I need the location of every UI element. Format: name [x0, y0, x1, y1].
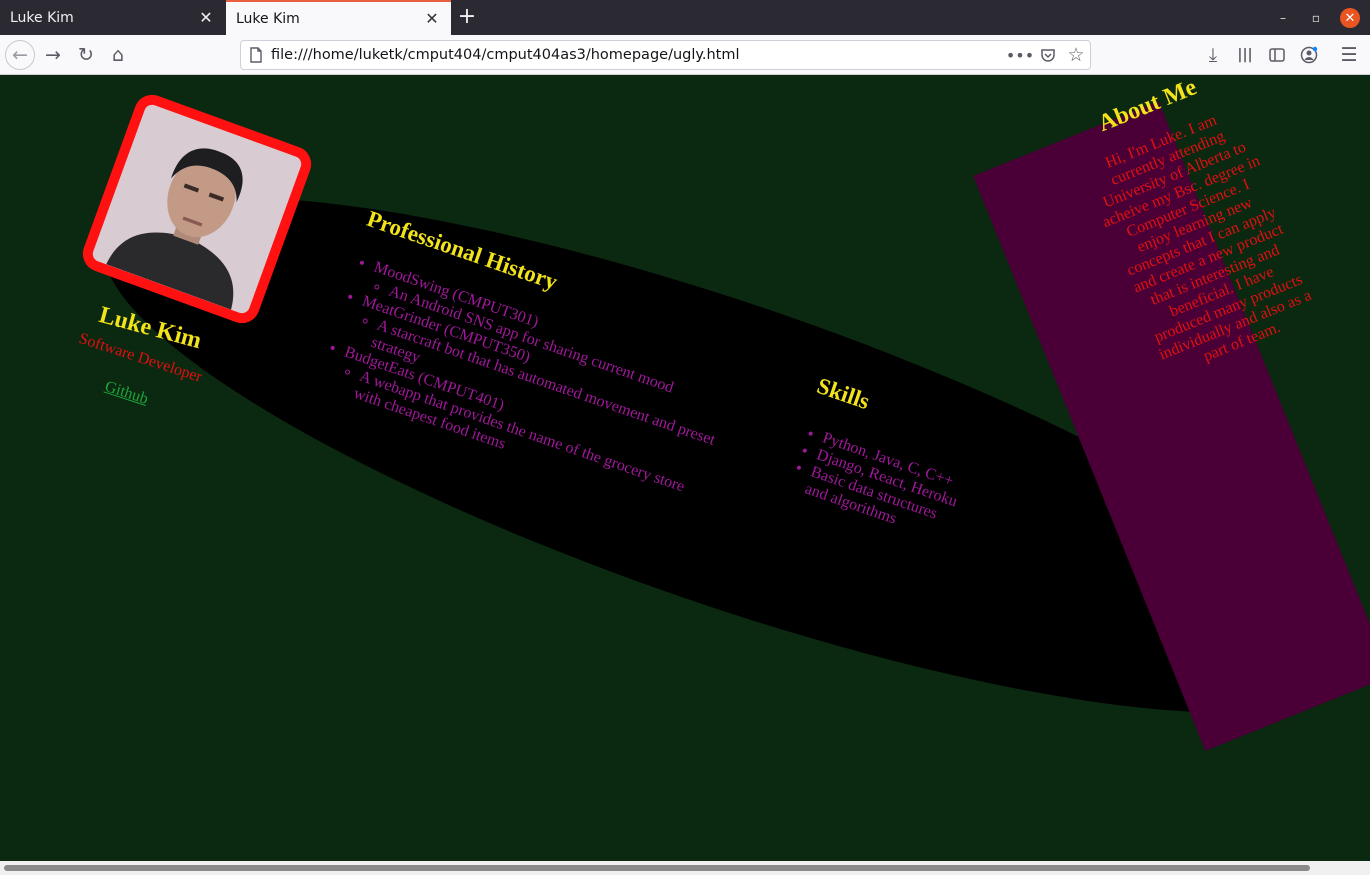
bookmark-star-icon[interactable]: ☆: [1062, 41, 1090, 69]
library-icon[interactable]: |||: [1230, 40, 1260, 70]
back-icon[interactable]: ←: [5, 40, 35, 70]
forward-icon[interactable]: →: [38, 40, 68, 70]
tab-title: Luke Kim: [10, 9, 74, 26]
url-text[interactable]: file:///home/luketk/cmput404/cmput404as3…: [271, 47, 1006, 63]
tab-luke-kim-1[interactable]: Luke Kim ✕: [0, 0, 225, 35]
scrollbar-thumb[interactable]: [4, 865, 1310, 871]
new-tab-button[interactable]: +: [455, 5, 479, 29]
reload-icon[interactable]: ↻: [71, 40, 101, 70]
navigation-toolbar: ← → ↻ ⌂ file:///home/luketk/cmput404/cmp…: [0, 35, 1370, 75]
page-icon: [241, 41, 271, 69]
menu-icon[interactable]: ☰: [1334, 40, 1364, 70]
pocket-icon[interactable]: [1034, 41, 1062, 69]
account-icon[interactable]: [1294, 40, 1324, 70]
minimize-icon[interactable]: –: [1273, 8, 1293, 28]
more-actions-icon[interactable]: •••: [1006, 41, 1034, 69]
sidebar-icon[interactable]: [1262, 40, 1292, 70]
tab-title: Luke Kim: [236, 10, 300, 27]
home-icon[interactable]: ⌂: [103, 40, 133, 70]
downloads-icon[interactable]: ⤓: [1198, 40, 1228, 70]
tab-strip: Luke Kim ✕ Luke Kim ✕ + – ▫ ✕: [0, 0, 1370, 35]
close-tab-icon[interactable]: ✕: [197, 8, 215, 27]
tab-luke-kim-2[interactable]: Luke Kim ✕: [226, 0, 451, 35]
restore-icon[interactable]: ▫: [1306, 8, 1326, 28]
window-close-icon[interactable]: ✕: [1340, 8, 1360, 28]
address-bar[interactable]: file:///home/luketk/cmput404/cmput404as3…: [240, 40, 1091, 70]
page-viewport: Luke Kim Software Developer Github Profe…: [0, 76, 1370, 861]
close-tab-icon[interactable]: ✕: [423, 9, 441, 28]
